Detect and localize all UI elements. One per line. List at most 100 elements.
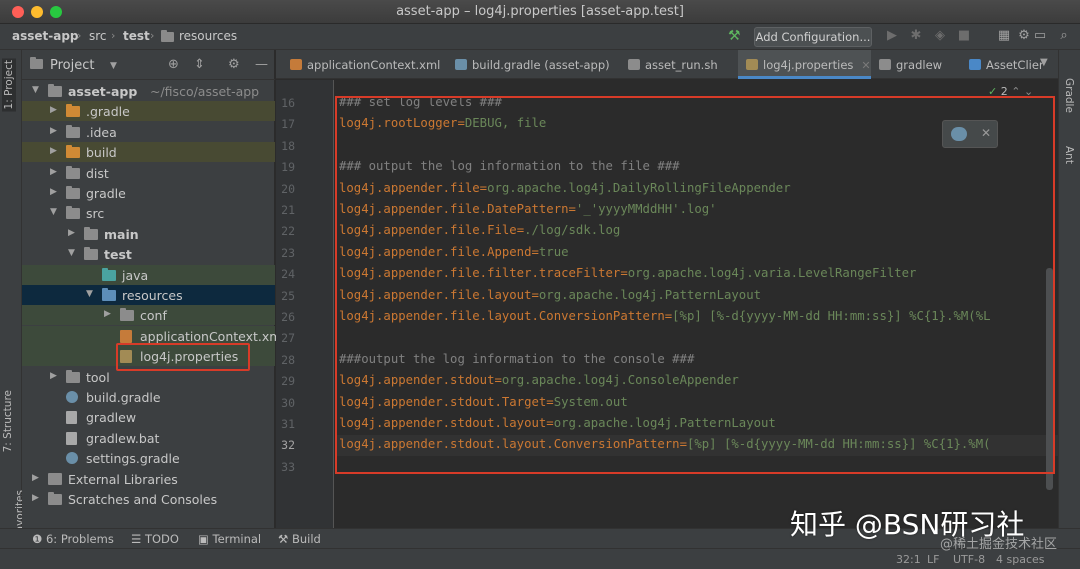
tree-item[interactable]: ▶ .gradle bbox=[22, 101, 275, 122]
tree-item[interactable]: ▶ dist bbox=[22, 163, 275, 183]
caret-position[interactable]: 32:1 bbox=[896, 553, 921, 566]
tree-item[interactable]: ▶ External Libraries bbox=[22, 469, 275, 489]
breadcrumb-resources[interactable]: resources bbox=[179, 29, 237, 43]
tree-item[interactable]: ▼ resources bbox=[22, 285, 275, 305]
project-tool-tab[interactable]: 1: Project bbox=[2, 58, 16, 112]
tree-item[interactable]: build.gradle bbox=[22, 387, 275, 407]
file-encoding[interactable]: UTF-8 bbox=[953, 553, 985, 566]
locate-icon[interactable]: ⊕ bbox=[168, 57, 179, 72]
editor-tab[interactable]: applicationContext.xml bbox=[282, 50, 447, 79]
folder-icon bbox=[66, 165, 80, 179]
search-icon[interactable]: ⌕ bbox=[1056, 28, 1072, 44]
tree-item-label: .gradle bbox=[86, 104, 130, 120]
build-hammer-icon[interactable]: ⚒ bbox=[728, 28, 741, 44]
tree-item-label: conf bbox=[140, 308, 167, 324]
file-icon bbox=[66, 391, 78, 403]
project-path: ~/fisco/asset-app bbox=[150, 84, 260, 99]
build-tool-tab[interactable]: ⚒ Build bbox=[278, 532, 321, 546]
editor-tab[interactable]: gradlew bbox=[871, 50, 961, 79]
chevron-right-icon[interactable]: ▶ bbox=[50, 126, 57, 136]
tree-item-label: Scratches and Consoles bbox=[68, 492, 218, 507]
line-number: 22 bbox=[281, 224, 295, 239]
gradle-tool-tab[interactable]: Gradle bbox=[1063, 78, 1075, 113]
tree-item[interactable]: ▶ conf bbox=[22, 305, 275, 326]
add-configuration-button[interactable]: Add Configuration... bbox=[754, 27, 872, 47]
chevron-down-icon[interactable]: ▼ bbox=[1040, 57, 1048, 68]
chevron-down-icon[interactable]: ▼ bbox=[32, 85, 39, 95]
left-tool-strip: 1: Project 7: Structure 2: Favorites bbox=[0, 50, 26, 537]
tree-item[interactable]: settings.gradle bbox=[22, 448, 275, 468]
line-separator[interactable]: LF bbox=[927, 553, 939, 566]
folder-icon bbox=[66, 206, 80, 220]
file-icon bbox=[120, 329, 132, 343]
chevron-right-icon[interactable]: ▶ bbox=[32, 493, 39, 503]
file-type-icon bbox=[455, 59, 467, 70]
chevron-right-icon[interactable]: ▶ bbox=[104, 309, 111, 319]
coverage-icon[interactable]: ◈ bbox=[932, 28, 948, 44]
indent-setting[interactable]: 4 spaces bbox=[996, 553, 1045, 566]
chevron-down-icon[interactable]: ▼ bbox=[68, 248, 75, 258]
line-number: 30 bbox=[281, 395, 295, 410]
tree-item[interactable]: ▶ build bbox=[22, 142, 275, 163]
tab-label: build.gradle (asset-app) bbox=[472, 58, 610, 72]
tree-item[interactable]: ▼ src bbox=[22, 203, 275, 223]
chevron-down-icon[interactable]: ▼ bbox=[110, 61, 117, 71]
chevron-right-icon[interactable]: ▶ bbox=[32, 473, 39, 483]
chevron-down-icon[interactable]: ▼ bbox=[50, 207, 57, 217]
tree-item[interactable]: ▼ asset-app ~/fisco/asset-app bbox=[22, 81, 275, 101]
line-number: 32 bbox=[281, 438, 295, 453]
editor-tab[interactable]: AssetClier bbox=[961, 50, 1051, 79]
terminal-tab-label: Terminal bbox=[212, 532, 262, 546]
chevron-right-icon[interactable]: ▶ bbox=[50, 187, 57, 197]
breadcrumb-separator-icon: › bbox=[150, 29, 155, 42]
right-tool-strip: Gradle Ant bbox=[1058, 50, 1080, 528]
gear-icon[interactable]: ⚙ bbox=[228, 57, 240, 72]
tree-item[interactable]: java bbox=[22, 264, 275, 285]
tree-item[interactable]: ▼ test bbox=[22, 244, 275, 264]
debug-icon[interactable]: ✱ bbox=[908, 28, 924, 44]
structure-tool-tab[interactable]: 7: Structure bbox=[2, 390, 14, 452]
terminal-icon: ▣ bbox=[198, 532, 213, 546]
project-panel-title[interactable]: Project bbox=[50, 58, 94, 73]
folder-icon bbox=[120, 308, 134, 322]
tree-item[interactable]: ▶ Scratches and Consoles bbox=[22, 489, 275, 509]
tree-item[interactable]: ▶ main bbox=[22, 224, 275, 244]
tree-item[interactable]: gradlew bbox=[22, 407, 275, 427]
chevron-right-icon[interactable]: ▶ bbox=[50, 371, 57, 381]
folder-icon bbox=[66, 186, 80, 199]
presentation-icon[interactable]: ▭ bbox=[1032, 28, 1048, 44]
build-tab-label: Build bbox=[291, 532, 321, 546]
close-icon[interactable]: ✕ bbox=[861, 59, 870, 72]
tree-item-label: gradle bbox=[86, 186, 126, 201]
folder-icon bbox=[66, 104, 80, 118]
problems-tool-tab[interactable]: ❶ 6: Problems bbox=[32, 532, 114, 546]
chevron-right-icon[interactable]: ▶ bbox=[50, 146, 57, 156]
chevron-right-icon[interactable]: ▶ bbox=[50, 167, 57, 177]
breadcrumb-src[interactable]: src bbox=[89, 29, 107, 43]
folder-icon bbox=[84, 226, 98, 240]
editor-tab[interactable]: asset_run.sh bbox=[620, 50, 738, 79]
collapse-all-icon[interactable]: ⇕ bbox=[194, 57, 205, 72]
chevron-down-icon[interactable]: ▼ bbox=[86, 289, 93, 299]
terminal-tool-tab[interactable]: ▣ Terminal bbox=[198, 532, 261, 546]
tab-label: applicationContext.xml bbox=[307, 58, 441, 72]
hide-panel-icon[interactable]: — bbox=[255, 57, 268, 72]
stop-icon[interactable]: ■ bbox=[956, 28, 972, 44]
tree-item[interactable]: gradlew.bat bbox=[22, 428, 275, 448]
todo-tool-tab[interactable]: ☰ TODO bbox=[131, 532, 179, 546]
chevron-right-icon[interactable]: ▶ bbox=[50, 105, 57, 115]
editor-tab[interactable]: log4j.properties ✕ bbox=[738, 50, 871, 79]
chevron-right-icon[interactable]: ▶ bbox=[68, 228, 75, 238]
settings-icon[interactable]: ⚙ bbox=[1016, 28, 1032, 44]
project-structure-icon[interactable]: ▦ bbox=[996, 28, 1012, 44]
build-icon: ⚒ bbox=[278, 532, 292, 546]
breadcrumb-project[interactable]: asset-app bbox=[12, 29, 79, 43]
tree-item[interactable]: ▶ gradle bbox=[22, 183, 275, 203]
tree-item[interactable]: ▶ .idea bbox=[22, 122, 275, 142]
ant-tool-tab[interactable]: Ant bbox=[1063, 146, 1075, 164]
breadcrumb-test[interactable]: test bbox=[123, 29, 150, 43]
line-number: 23 bbox=[281, 245, 295, 260]
editor-tab[interactable]: build.gradle (asset-app) bbox=[447, 50, 620, 79]
run-icon[interactable]: ▶ bbox=[884, 28, 900, 44]
tab-label: log4j.properties bbox=[763, 58, 854, 72]
